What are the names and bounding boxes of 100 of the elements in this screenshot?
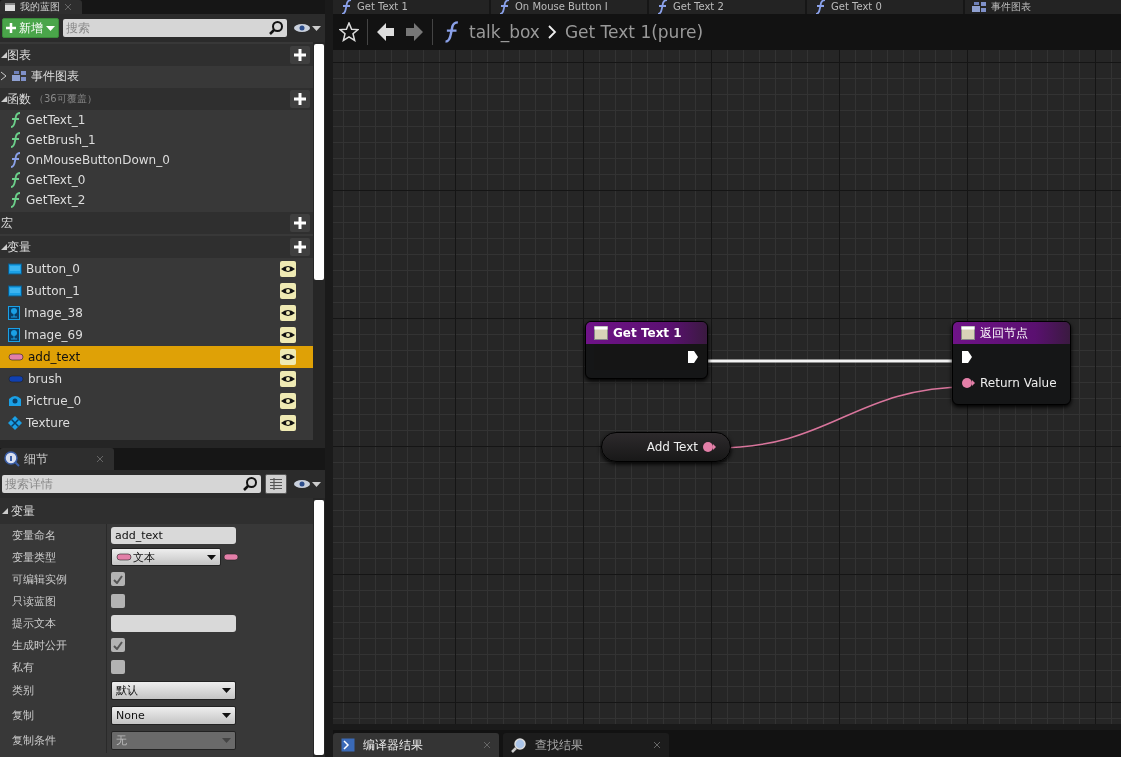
function-count: （36可覆盖） [34,92,97,106]
graph-node[interactable]: Get Text 1 [585,321,708,379]
visibility-toggle[interactable] [280,371,296,387]
eye-icon [281,397,295,405]
variable-item[interactable]: Button_1 [0,280,313,302]
add-button[interactable] [290,46,310,64]
function-item[interactable]: GetText_0 [0,170,313,190]
eye-icon [281,309,295,317]
property-label: 类别 [0,678,107,703]
document-tab[interactable]: Get Text 2 [649,0,805,14]
property-label: 只读蓝图 [0,590,107,612]
checkbox[interactable] [111,660,125,674]
eye-icon [281,265,295,273]
search-field[interactable]: 搜索详情 [2,475,239,493]
variable-item[interactable]: brush [0,368,313,390]
panel-tab[interactable]: 细节 [0,448,114,470]
section-header[interactable]: 图表 [0,44,313,66]
section-header[interactable]: 变量 [0,236,313,258]
plus-icon [294,217,306,229]
section-title: 图表 [7,46,31,64]
graph-icon [971,1,987,13]
text-field[interactable] [111,614,236,632]
exec-pin-icon [961,350,973,364]
variable-item[interactable]: Image_69 [0,324,313,346]
function-icon [8,132,22,148]
dropdown[interactable]: None [111,706,236,725]
eye-icon [293,479,311,489]
exec-pin-icon [687,350,699,364]
variable-item[interactable]: Button_0 [0,258,313,280]
document-tab[interactable]: Get Text 1 [333,0,489,14]
text-field[interactable]: add_text [111,526,236,544]
star-icon[interactable] [339,22,359,42]
document-tab[interactable]: 事件图表 [965,0,1121,14]
variable-item[interactable]: Image_38 [0,302,313,324]
visibility-toggle[interactable] [280,283,296,299]
checkbox[interactable] [111,594,125,608]
document-tab[interactable]: Get Text 0 [807,0,963,14]
visibility-dropdown[interactable] [291,479,323,489]
node-icon [961,326,975,340]
graph-item[interactable]: 事件图表 [0,66,313,86]
function-item[interactable]: GetText_1 [0,110,313,130]
scrollbar-thumb[interactable] [314,44,324,281]
visibility-toggle[interactable] [280,393,296,409]
variable-item[interactable]: add_text [0,346,313,368]
visibility-toggle[interactable] [280,327,296,343]
visibility-dropdown[interactable] [291,23,323,33]
container-type-icon [223,553,239,561]
function-item[interactable]: GetText_2 [0,190,313,210]
close-icon [483,741,491,749]
function-item[interactable]: OnMouseButtonDown_0 [0,150,313,170]
graph-node[interactable]: 返回节点 Return Value [952,321,1071,405]
function-icon [813,0,827,14]
document-tab[interactable]: On Mouse Button I [491,0,647,14]
function-item[interactable]: GetBrush_1 [0,130,313,150]
visibility-toggle[interactable] [280,415,296,431]
section-title: 宏 [1,214,13,232]
bottom-tab[interactable]: 查找结果 [503,733,669,757]
section-title: 函数 [7,90,31,108]
checkbox[interactable] [111,638,125,652]
close-icon [64,3,72,11]
add-button[interactable] [290,238,310,256]
add-button[interactable] [290,214,310,232]
add-button[interactable] [290,90,310,108]
variable-item[interactable]: Pictrue_0 [0,390,313,412]
breadcrumb-item[interactable]: Get Text 1(pure) [564,22,704,42]
bottom-tab[interactable]: 编译器结果 [333,733,499,757]
eye-icon [281,419,295,427]
panel-tab[interactable]: 我的蓝图 [0,0,82,14]
visibility-toggle[interactable] [280,305,296,321]
visibility-toggle[interactable] [280,261,296,277]
dropdown[interactable]: 默认 [111,681,236,700]
search-button[interactable] [265,19,287,37]
scrollbar-thumb[interactable] [314,500,324,755]
type-dropdown[interactable]: 文本 [111,548,221,566]
tab-label: 查找结果 [535,736,584,754]
function-icon [497,0,511,14]
forward-arrow-icon[interactable] [404,22,424,42]
plus-icon [294,49,306,61]
search-button[interactable] [239,475,261,493]
property-label: 生成时公开 [0,634,107,656]
search-field[interactable]: 搜索 [63,19,265,37]
back-arrow-icon[interactable] [376,22,396,42]
chevron-icon [547,25,557,39]
property-label: 复制条件 [0,728,107,753]
section-title: 变量 [7,238,31,256]
function-icon [8,192,22,208]
image-icon [8,328,20,342]
property-label: 提示文本 [0,612,107,634]
visibility-toggle[interactable] [280,349,296,365]
checkbox[interactable] [111,572,125,586]
close-icon [653,741,661,749]
section-header[interactable]: 宏 [0,212,313,234]
view-options-button[interactable] [265,474,287,494]
breadcrumb-item[interactable]: talk_box [469,22,540,42]
variable-node[interactable]: Add Text [601,432,731,462]
node-title: Get Text 1 [613,326,682,340]
property-label: 复制 [0,703,107,728]
data-pin-icon [702,441,716,453]
section-header[interactable]: 函数 （36可覆盖） [0,88,313,110]
variable-item[interactable]: Texture [0,412,313,434]
